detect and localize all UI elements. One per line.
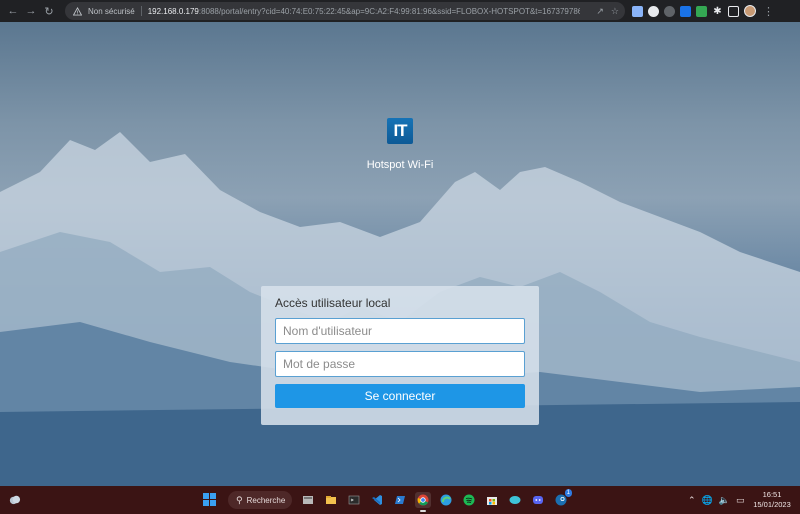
portal-page: IT Hotspot Wi-Fi Accès utilisateur local…: [0, 22, 800, 486]
green-ext-icon[interactable]: [696, 5, 707, 17]
terminal-icon[interactable]: [346, 492, 362, 508]
divider: [140, 6, 142, 16]
bitwarden-icon[interactable]: [680, 5, 691, 17]
forward-arrow-icon[interactable]: →: [22, 0, 40, 22]
warning-triangle-icon[interactable]: [73, 6, 82, 16]
it-logo: IT: [387, 118, 413, 144]
password-input[interactable]: [275, 351, 525, 377]
taskbar: ⚲ Recherche 1 ⌃ 🌐 🔈 ▭ 16:51 15/01/2023: [0, 486, 800, 514]
page-title: Hotspot Wi-Fi: [366, 159, 434, 171]
sidepanel-icon[interactable]: [728, 5, 739, 17]
address-bar[interactable]: Non sécurisé 192.168.0.179:8088/portal/e…: [65, 2, 625, 20]
store-icon[interactable]: [484, 492, 500, 508]
folder-icon[interactable]: [323, 492, 339, 508]
share-icon[interactable]: ↗: [596, 6, 604, 17]
weather-icon[interactable]: [8, 493, 21, 506]
not-secure-label[interactable]: Non sécurisé: [88, 7, 135, 16]
username-input[interactable]: [275, 318, 525, 344]
edge-icon[interactable]: [438, 492, 454, 508]
login-panel: Accès utilisateur local Se connecter: [261, 286, 539, 425]
url-path: :8088/portal/entry?cid=40:74:E0:75:22:45…: [198, 6, 580, 16]
login-heading: Accès utilisateur local: [275, 296, 391, 310]
url-host: 192.168.0.179: [147, 6, 199, 16]
discord-icon[interactable]: [530, 492, 546, 508]
taskbar-search[interactable]: ⚲ Recherche: [228, 491, 292, 509]
compass-ext-icon[interactable]: [664, 5, 675, 17]
battery-icon[interactable]: ▭: [736, 495, 745, 506]
star-icon[interactable]: ☆: [611, 6, 619, 17]
reload-icon[interactable]: ↻: [40, 0, 58, 22]
spotify-icon[interactable]: [461, 492, 477, 508]
chrome-icon[interactable]: [415, 492, 431, 512]
search-label: Recherche: [246, 495, 286, 505]
steam-badge: 1: [564, 489, 572, 497]
file-explorer-icon[interactable]: [300, 492, 316, 508]
clock-date: 15/01/2023: [753, 500, 791, 509]
back-arrow-icon[interactable]: ←: [4, 0, 22, 22]
browser-toolbar: ← → ↻ Non sécurisé 192.168.0.179:8088/po…: [0, 0, 800, 22]
steam-icon[interactable]: 1: [553, 489, 572, 508]
menu-icon[interactable]: ⋮: [763, 5, 774, 18]
profile-avatar[interactable]: [744, 5, 756, 17]
search-icon: ⚲: [236, 494, 243, 505]
language-icon[interactable]: 🌐: [702, 495, 713, 506]
vscode-icon[interactable]: [369, 492, 385, 508]
system-clock[interactable]: 16:51 15/01/2023: [748, 490, 796, 510]
puzzle-icon[interactable]: ✱: [712, 6, 723, 17]
start-menu-icon[interactable]: [203, 493, 216, 506]
powershell-icon[interactable]: [392, 492, 408, 508]
volume-muted-icon[interactable]: 🔈: [719, 495, 730, 506]
login-button[interactable]: Se connecter: [275, 384, 525, 408]
clock-time: 16:51: [762, 490, 782, 499]
chevron-up-icon[interactable]: ⌃: [688, 495, 696, 506]
circle-ext-icon[interactable]: [648, 5, 659, 17]
discord-alt-icon[interactable]: [507, 492, 523, 508]
url-text[interactable]: 192.168.0.179:8088/portal/entry?cid=40:7…: [148, 7, 580, 16]
shield-ext-icon[interactable]: [632, 5, 643, 17]
